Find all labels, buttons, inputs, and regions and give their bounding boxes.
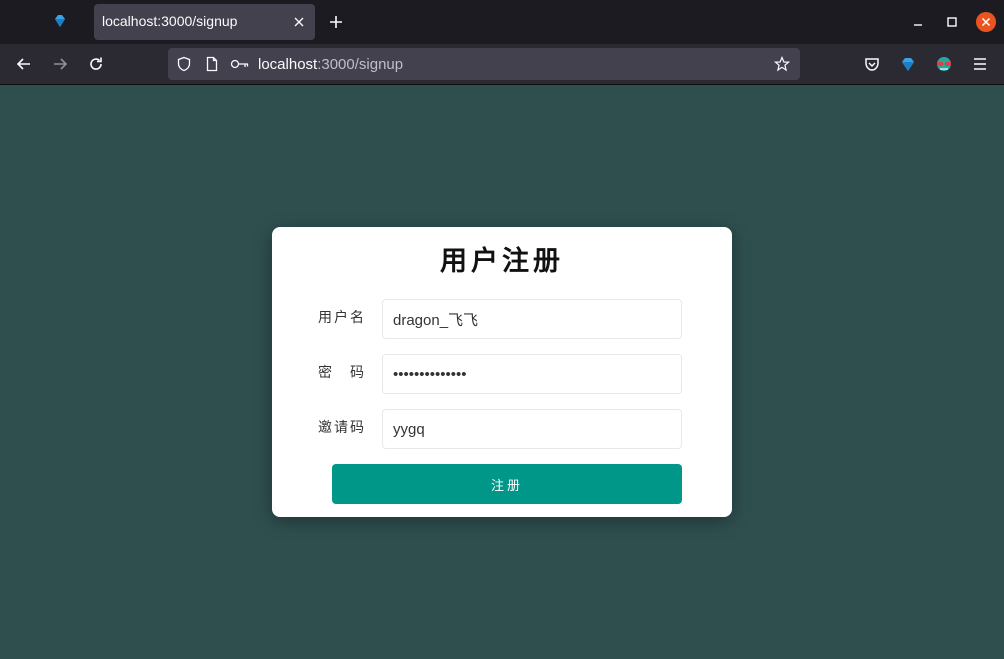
invite-code-label: 邀请码 xyxy=(318,420,366,436)
close-icon xyxy=(981,17,991,27)
signup-button[interactable]: 注册 xyxy=(332,464,682,504)
url-text[interactable]: localhost:3000/signup xyxy=(258,56,403,73)
shield-icon[interactable] xyxy=(176,56,192,72)
close-tab-icon[interactable] xyxy=(291,14,307,30)
reload-icon[interactable] xyxy=(86,54,106,74)
menu-icon[interactable] xyxy=(970,54,990,74)
url-host: localhost xyxy=(258,56,318,73)
active-tab[interactable]: localhost:3000/signup xyxy=(94,4,315,40)
url-path: :3000/signup xyxy=(317,56,404,73)
diamond-extension-icon[interactable] xyxy=(898,54,918,74)
pocket-icon[interactable] xyxy=(862,54,882,74)
password-field[interactable] xyxy=(382,354,682,394)
tab-title: localhost:3000/signup xyxy=(102,13,238,29)
new-tab-icon[interactable] xyxy=(326,12,346,32)
extension-avatar-icon[interactable] xyxy=(934,54,954,74)
url-bar[interactable]: localhost:3000/signup xyxy=(168,48,800,80)
username-field[interactable] xyxy=(382,299,682,339)
password-label: 密 码 xyxy=(318,365,366,381)
back-icon[interactable] xyxy=(14,54,34,74)
navigation-bar: localhost:3000/signup xyxy=(0,44,1004,85)
signup-card: 用户注册 用户名 密 码 邀请码 注册 xyxy=(272,227,732,517)
page-title: 用户注册 xyxy=(440,246,564,277)
maximize-icon[interactable] xyxy=(942,12,962,32)
tab-bar: localhost:3000/signup xyxy=(0,0,1004,44)
minimize-icon[interactable] xyxy=(908,12,928,32)
diamond-icon xyxy=(55,15,65,27)
forward-icon[interactable] xyxy=(50,54,70,74)
window-close-button[interactable] xyxy=(976,12,996,32)
bookmark-star-icon[interactable] xyxy=(774,56,790,72)
invite-code-field[interactable] xyxy=(382,409,682,449)
username-label: 用户名 xyxy=(318,310,366,326)
key-icon[interactable] xyxy=(230,56,250,72)
page-icon[interactable] xyxy=(204,56,220,72)
